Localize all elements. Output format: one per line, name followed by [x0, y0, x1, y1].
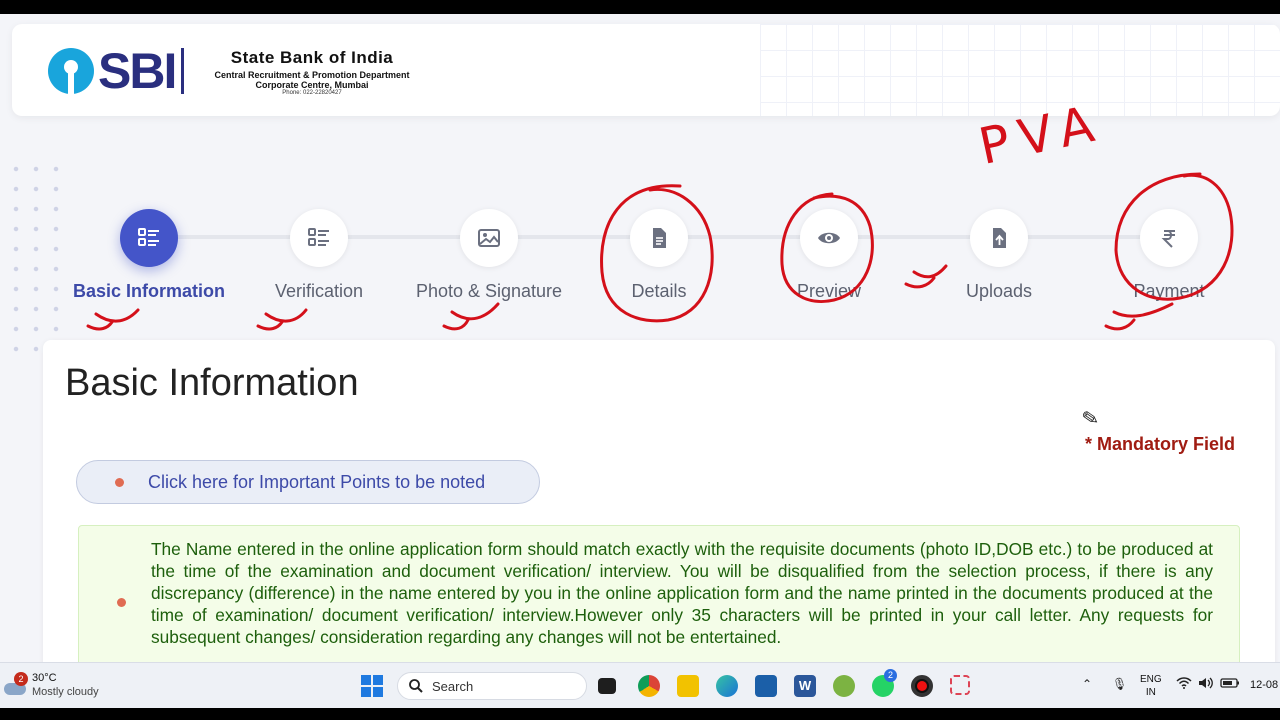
checklist-icon: [308, 228, 329, 246]
utorrent-icon[interactable]: [833, 675, 855, 697]
header-grid-pattern: [760, 24, 1280, 116]
taskbar-search[interactable]: Search: [397, 672, 587, 700]
battery-icon[interactable]: [1220, 677, 1240, 692]
bullet-icon: [115, 477, 124, 487]
whatsapp-icon[interactable]: 2: [872, 669, 897, 697]
clock[interactable]: 12-08: [1250, 679, 1278, 691]
upload-icon: [993, 228, 1006, 248]
file-explorer-icon[interactable]: [677, 675, 699, 697]
step-label: Basic Information: [72, 281, 226, 301]
volume-icon[interactable]: [1198, 677, 1214, 692]
step-uploads[interactable]: Uploads: [909, 209, 1089, 302]
document-icon: [653, 228, 666, 248]
step-label: Details: [631, 281, 687, 301]
windows-start-icon[interactable]: [361, 675, 383, 697]
basic-information-card: Basic Information * Mandatory Field Clic…: [43, 340, 1275, 662]
language-indicator[interactable]: ENG IN: [1140, 673, 1162, 699]
tick-mark: [86, 308, 140, 331]
eye-icon: [818, 232, 840, 244]
store-icon[interactable]: [755, 675, 777, 697]
dot-pattern: [6, 159, 66, 359]
temperature: 30°C: [32, 672, 57, 684]
search-icon: [409, 679, 423, 693]
windows-taskbar: 2 30°C Mostly cloudy Search W 2 ⌃ 🎙 ENG …: [0, 662, 1280, 708]
cloud-icon: 2: [4, 672, 28, 695]
step-photo-signature[interactable]: Photo & Signature: [399, 209, 579, 302]
step-circle: [1140, 209, 1198, 267]
edge-icon[interactable]: [716, 675, 738, 697]
important-points-label: Click here for Important Points to be no…: [148, 471, 486, 492]
snipping-tool-icon[interactable]: [950, 675, 970, 695]
step-label: Verification: [274, 281, 364, 301]
wifi-icon[interactable]: [1176, 677, 1192, 692]
step-circle: [630, 209, 688, 267]
mandatory-field-note: * Mandatory Field: [1084, 434, 1235, 454]
bank-phone: Phone: 022-22820427: [282, 90, 342, 96]
microphone-icon[interactable]: 🎙: [1112, 677, 1127, 691]
step-basic-information[interactable]: Basic Information: [59, 209, 239, 302]
bank-name: State Bank of India: [230, 48, 394, 67]
step-verification[interactable]: Verification: [229, 209, 409, 302]
tick-mark: [1104, 302, 1174, 331]
bank-corporate-centre: Corporate Centre, Mumbai: [255, 80, 369, 90]
checklist-icon: [138, 228, 159, 246]
step-payment[interactable]: Payment: [1079, 209, 1259, 302]
sbi-logo-text: SBI: [98, 43, 177, 99]
search-label: Search: [432, 678, 474, 694]
step-label: Payment: [1133, 281, 1205, 301]
browser-viewport: SBI State Bank of India Central Recruitm…: [0, 14, 1280, 662]
logo-divider: [181, 48, 185, 94]
chrome-icon[interactable]: [638, 675, 660, 697]
chevron-up-icon[interactable]: ⌃: [1082, 677, 1092, 691]
task-view-icon[interactable]: [598, 678, 616, 694]
step-circle: [120, 209, 178, 267]
step-label: Photo & Signature: [415, 281, 563, 301]
important-points-button[interactable]: Click here for Important Points to be no…: [76, 460, 540, 504]
record-icon[interactable]: [911, 675, 933, 697]
tick-mark: [442, 302, 500, 331]
page-title: Basic Information: [65, 362, 359, 404]
step-preview[interactable]: Preview: [739, 209, 919, 302]
word-icon[interactable]: W: [794, 675, 816, 697]
step-label: Preview: [796, 281, 862, 301]
language-region: IN: [1145, 687, 1156, 698]
weather-text: 30°C Mostly cloudy: [32, 671, 99, 699]
name-notice-box: The Name entered in the online applicati…: [78, 525, 1240, 662]
name-notice-text: The Name entered in the online applicati…: [151, 539, 1213, 647]
bank-info: State Bank of India Central Recruitment …: [212, 48, 412, 96]
weather-condition: Mostly cloudy: [32, 686, 99, 698]
bullet-icon: [117, 598, 126, 607]
weather-badge: 2: [14, 672, 28, 686]
rupee-icon: [1161, 230, 1175, 248]
step-circle: [290, 209, 348, 267]
language-code: ENG: [1140, 674, 1162, 685]
step-circle: [970, 209, 1028, 267]
image-icon: [478, 229, 500, 247]
step-label: Uploads: [965, 281, 1033, 301]
sbi-logo[interactable]: SBI: [48, 43, 185, 99]
weather-widget[interactable]: 2 30°C Mostly cloudy: [4, 671, 99, 699]
step-circle: [800, 209, 858, 267]
step-details[interactable]: Details: [569, 209, 749, 302]
tick-mark: [256, 308, 308, 331]
whatsapp-badge: 2: [884, 669, 897, 682]
sbi-logo-mark-icon: [48, 48, 94, 94]
step-circle: [460, 209, 518, 267]
bank-department: Central Recruitment & Promotion Departme…: [214, 70, 410, 80]
